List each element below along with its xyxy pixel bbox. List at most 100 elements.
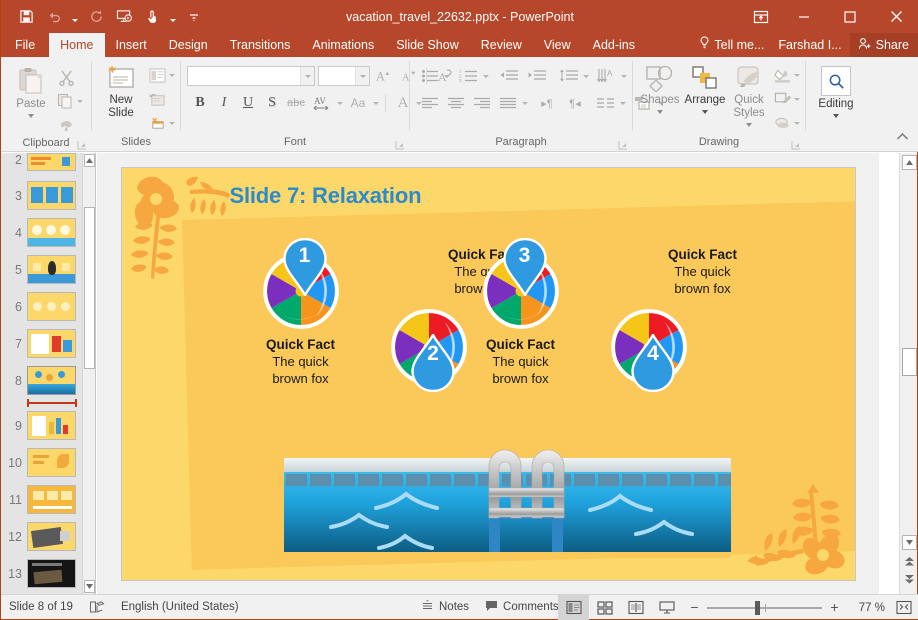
tell-me-box[interactable]: Tell me... xyxy=(695,33,770,57)
arrange-button[interactable]: Arrange xyxy=(682,60,728,114)
justify-dropdown-icon[interactable] xyxy=(522,101,528,105)
line-spacing-dropdown-icon[interactable] xyxy=(583,74,589,78)
scroll-up-button[interactable] xyxy=(84,154,95,167)
undo-icon[interactable] xyxy=(41,5,67,29)
shapes-dropdown-icon[interactable] xyxy=(657,110,663,114)
editing-dropdown-icon[interactable] xyxy=(833,114,839,118)
list-item[interactable]: 7 xyxy=(1,325,82,362)
thumbnail-image[interactable] xyxy=(27,411,76,440)
section-button[interactable] xyxy=(145,112,169,134)
canvas-scrollbar-thumb[interactable] xyxy=(902,348,917,376)
zoom-track[interactable] xyxy=(707,600,822,615)
paragraph-dialog-launcher[interactable] xyxy=(618,139,628,150)
tab-file[interactable]: File xyxy=(1,33,49,57)
reset-button[interactable] xyxy=(145,88,169,110)
cut-button[interactable] xyxy=(53,65,79,89)
thumbnail-image[interactable] xyxy=(27,448,76,477)
thumbnail-image[interactable] xyxy=(27,292,76,321)
zoom-in-button[interactable]: + xyxy=(828,600,841,614)
text-direction-button[interactable]: A xyxy=(593,65,619,87)
underline-button[interactable]: U xyxy=(237,92,259,114)
zoom-out-button[interactable]: − xyxy=(688,600,701,614)
canvas-vertical-scrollbar[interactable] xyxy=(899,153,917,594)
center-button[interactable] xyxy=(444,92,468,114)
character-spacing-dropdown-icon[interactable] xyxy=(337,101,343,105)
canvas-scroll-up-button[interactable] xyxy=(902,155,917,170)
normal-view-button[interactable] xyxy=(558,595,589,620)
thumbnail-image[interactable] xyxy=(27,218,76,247)
language-indicator[interactable]: English (United States) xyxy=(113,595,247,620)
tab-review[interactable]: Review xyxy=(470,33,533,57)
list-item[interactable]: 10 xyxy=(1,444,82,481)
thumbnail-image[interactable] xyxy=(27,522,76,551)
bullets-button[interactable] xyxy=(418,65,442,87)
scrollbar-thumb[interactable] xyxy=(84,207,95,369)
tab-design[interactable]: Design xyxy=(158,33,219,57)
zoom-percent-label[interactable]: 77 % xyxy=(847,602,889,614)
customize-qat-icon[interactable] xyxy=(181,5,207,29)
slide-indicator[interactable]: Slide 8 of 19 xyxy=(1,595,81,620)
touch-mode-dropdown-icon[interactable] xyxy=(167,5,179,29)
zoom-knob[interactable] xyxy=(755,600,761,615)
increase-font-size-button[interactable]: A xyxy=(373,65,395,87)
align-right-button[interactable] xyxy=(470,92,494,114)
tab-transitions[interactable]: Transitions xyxy=(219,33,302,57)
paste-dropdown-icon[interactable] xyxy=(28,114,34,118)
thumbnail-image[interactable] xyxy=(27,153,76,171)
list-item[interactable]: 9 xyxy=(1,407,82,444)
ribbon-display-options-icon[interactable] xyxy=(741,0,781,33)
share-button[interactable]: Share xyxy=(849,33,918,57)
section-dropdown-icon[interactable] xyxy=(169,121,175,125)
minimize-button[interactable] xyxy=(781,0,827,33)
copy-dropdown-icon[interactable] xyxy=(77,99,83,103)
reading-view-button[interactable] xyxy=(620,595,651,620)
page-title[interactable]: Slide 7: Relaxation xyxy=(230,183,422,209)
columns-dropdown-icon[interactable] xyxy=(620,101,626,105)
list-item[interactable]: 13 xyxy=(1,555,82,592)
list-item[interactable]: 11 xyxy=(1,481,82,518)
thumbnail-image[interactable] xyxy=(27,329,76,358)
font-name-dropdown-icon[interactable] xyxy=(300,67,314,85)
list-item[interactable]: 6 xyxy=(1,288,82,325)
arrange-dropdown-icon[interactable] xyxy=(702,110,708,114)
bold-button[interactable]: B xyxy=(189,92,211,114)
layout-dropdown-icon[interactable] xyxy=(169,73,175,77)
next-slide-button[interactable] xyxy=(903,572,916,586)
format-painter-button[interactable] xyxy=(53,113,79,135)
list-item[interactable]: 4 xyxy=(1,214,82,251)
canvas-scroll-down-button[interactable] xyxy=(902,535,917,550)
tab-insert[interactable]: Insert xyxy=(105,33,158,57)
scroll-down-button[interactable] xyxy=(84,580,95,593)
thumbnail-image[interactable] xyxy=(27,559,76,588)
list-item[interactable]: 2 xyxy=(1,153,82,177)
tab-home[interactable]: Home xyxy=(49,33,105,57)
shape-outline-dropdown-icon[interactable] xyxy=(794,97,800,101)
italic-button[interactable]: I xyxy=(213,92,235,114)
change-case-dropdown-icon[interactable] xyxy=(373,101,379,105)
undo-dropdown-icon[interactable] xyxy=(69,5,81,29)
character-spacing-button[interactable]: AV xyxy=(309,92,335,114)
tab-animations[interactable]: Animations xyxy=(301,33,385,57)
thumbnail-scrollbar[interactable] xyxy=(82,153,95,594)
list-item[interactable]: 12 xyxy=(1,518,82,555)
comments-button[interactable]: Comments xyxy=(477,595,567,620)
start-presentation-icon[interactable] xyxy=(111,5,137,29)
shape-effects-dropdown-icon[interactable] xyxy=(794,121,800,125)
fit-slide-button[interactable] xyxy=(889,595,918,620)
copy-button[interactable] xyxy=(53,90,77,112)
slideshow-view-button[interactable] xyxy=(651,595,682,620)
bullets-dropdown-icon[interactable] xyxy=(444,74,450,78)
quick-styles-button[interactable]: Quick Styles xyxy=(728,60,770,127)
strikethrough-button[interactable]: abc xyxy=(285,92,307,114)
align-left-button[interactable] xyxy=(418,92,442,114)
tab-view[interactable]: View xyxy=(533,33,582,57)
shape-outline-button[interactable] xyxy=(770,88,794,110)
layout-button[interactable] xyxy=(145,64,169,86)
redo-icon[interactable] xyxy=(83,5,109,29)
drawing-dialog-launcher[interactable] xyxy=(791,139,801,150)
collapse-ribbon-button[interactable] xyxy=(891,126,913,148)
justify-button[interactable] xyxy=(496,92,520,114)
decrease-indent-button[interactable] xyxy=(495,65,521,87)
columns-button[interactable] xyxy=(592,92,618,114)
slide-thumbnail-panel[interactable]: 2 3 4 5 6 7 8 9 10 11 12 13 xyxy=(1,153,96,594)
